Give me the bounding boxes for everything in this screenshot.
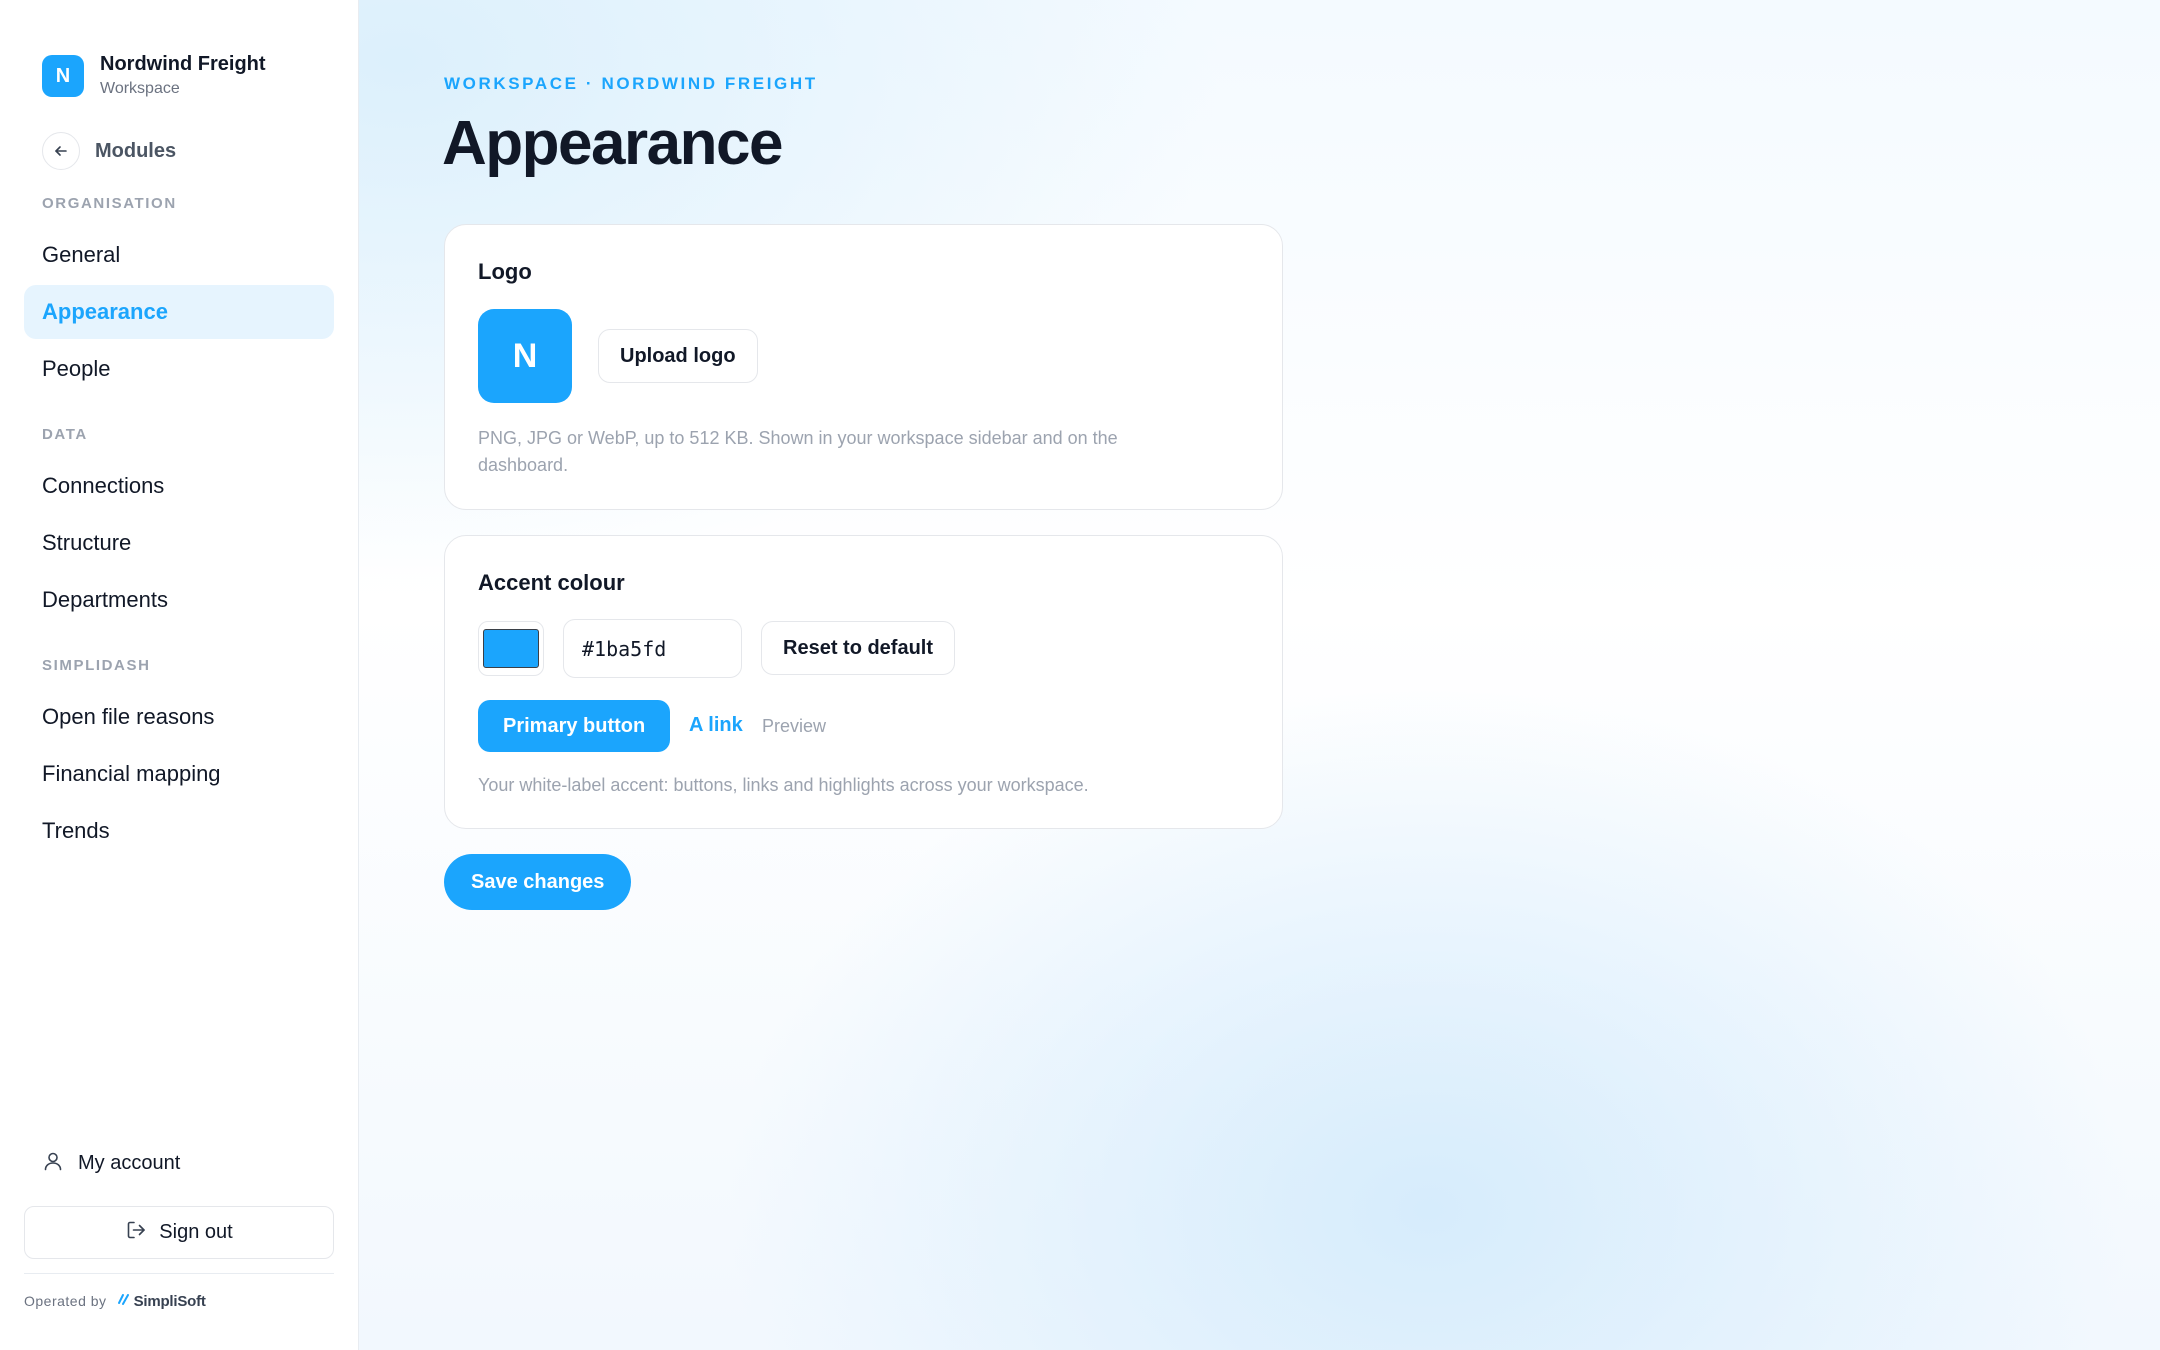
workspace-brand: N Nordwind Freight Workspace: [42, 52, 266, 100]
sidebar-item-departments[interactable]: Departments: [24, 573, 334, 627]
sidebar-item-open-file-reasons[interactable]: Open file reasons: [24, 690, 334, 744]
operated-by: Operated by SimpliSoft: [24, 1292, 206, 1310]
reset-to-default-button[interactable]: Reset to default: [761, 621, 956, 675]
workspace-name: Nordwind Freight: [100, 53, 266, 75]
breadcrumb: WORKSPACE · NORDWIND FREIGHT: [444, 74, 818, 93]
arrow-left-icon: [42, 132, 80, 170]
preview-label: Preview: [762, 716, 827, 736]
workspace-logo: N: [42, 55, 84, 97]
page-title: Appearance: [442, 109, 783, 178]
logo-card: Logo N Upload logo PNG, JPG or WebP, up …: [444, 224, 1283, 510]
sidebar-item-appearance[interactable]: Appearance: [24, 285, 334, 339]
simplisoft-wordmark: SimpliSoft: [133, 1292, 206, 1310]
operated-by-label: Operated by: [24, 1293, 107, 1309]
color-swatch: [483, 629, 539, 668]
app-window: N Nordwind Freight Workspace Modules ORG…: [0, 0, 2160, 1350]
section-label-simplidash: SIMPLIDASH: [42, 657, 151, 674]
back-label: Modules: [95, 139, 177, 162]
section-label-organisation: ORGANISATION: [42, 195, 177, 212]
sidebar-item-people[interactable]: People: [24, 342, 334, 396]
user-icon: [42, 1150, 64, 1177]
sidebar-item-financial-mapping[interactable]: Financial mapping: [24, 747, 334, 801]
sign-out-icon: [125, 1219, 147, 1247]
sidebar-item-structure[interactable]: Structure: [24, 516, 334, 570]
logo-card-title: Logo: [478, 259, 532, 284]
section-label-data: DATA: [42, 426, 88, 443]
sidebar: N Nordwind Freight Workspace Modules ORG…: [0, 0, 359, 1350]
my-account-label: My account: [78, 1152, 181, 1174]
link-preview[interactable]: A link: [689, 714, 743, 737]
logo-help-text: PNG, JPG or WebP, up to 512 KB. Shown in…: [478, 428, 1118, 475]
simplisoft-mark-icon: [117, 1292, 131, 1310]
sign-out-label: Sign out: [159, 1221, 233, 1243]
my-account-link[interactable]: My account: [42, 1150, 180, 1177]
hex-color-input[interactable]: [563, 619, 742, 678]
sidebar-item-general[interactable]: General: [24, 228, 334, 282]
upload-logo-button[interactable]: Upload logo: [598, 329, 758, 383]
sidebar-item-trends[interactable]: Trends: [24, 804, 334, 858]
save-changes-button[interactable]: Save changes: [444, 854, 632, 910]
brand-text: Nordwind Freight Workspace: [100, 52, 266, 100]
sign-out-button[interactable]: Sign out: [24, 1206, 334, 1259]
logo-preview: N: [478, 309, 572, 403]
accent-help-text: Your white-label accent: buttons, links …: [478, 775, 1089, 795]
sidebar-divider: [24, 1273, 334, 1274]
workspace-subtitle: Workspace: [100, 80, 180, 97]
back-to-modules[interactable]: Modules: [42, 132, 176, 170]
primary-button-preview[interactable]: Primary button: [478, 700, 671, 752]
accent-card-title: Accent colour: [478, 570, 625, 595]
main-content: WORKSPACE · NORDWIND FREIGHT Appearance …: [359, 0, 2160, 1350]
sidebar-item-connections[interactable]: Connections: [24, 459, 334, 513]
accent-colour-card: Accent colour Reset to default Primary b…: [444, 535, 1283, 829]
color-picker-swatch[interactable]: [478, 621, 544, 676]
simplisoft-logo: SimpliSoft: [117, 1292, 206, 1310]
